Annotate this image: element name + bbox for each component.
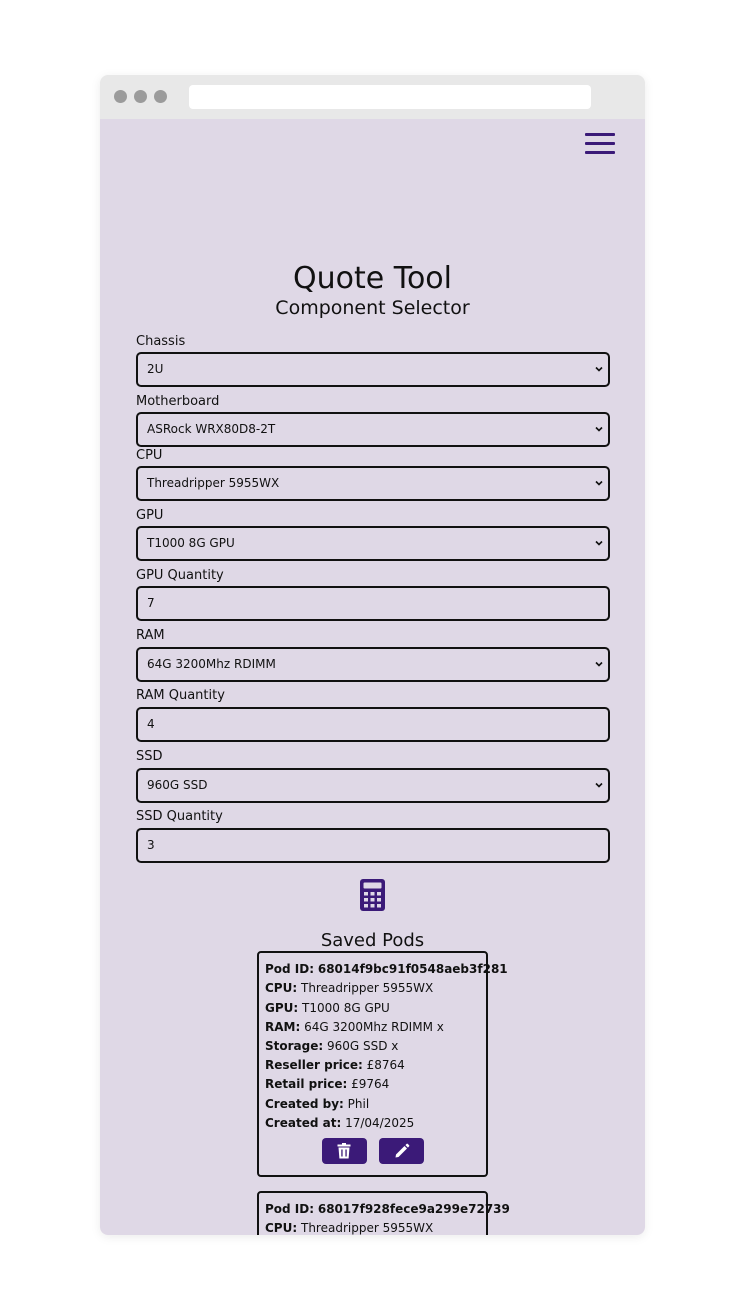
pod-id-line: Pod ID: 68014f9bc91f0548aeb3f281: [265, 962, 508, 976]
chevron-down-icon: [595, 426, 603, 432]
gpu-quantity-input[interactable]: 7: [136, 586, 610, 621]
page-title: Quote Tool: [292, 261, 452, 296]
delete-pod-button[interactable]: [322, 1138, 367, 1164]
ssd-label: SSD: [136, 749, 163, 764]
cpu-select[interactable]: Threadripper 5955WX: [136, 466, 610, 501]
chevron-down-icon: [595, 480, 603, 486]
window-control-dot[interactable]: [134, 90, 147, 103]
ssd-value: 960G SSD: [147, 778, 208, 792]
ram-value: 64G 3200Mhz RDIMM: [147, 657, 276, 671]
hamburger-menu-icon[interactable]: [585, 133, 615, 155]
edit-pod-button[interactable]: [379, 1138, 424, 1164]
page-viewport: Quote Tool Component Selector Chassis 2U…: [100, 119, 645, 1235]
ram-select[interactable]: 64G 3200Mhz RDIMM: [136, 647, 610, 682]
ram-quantity-input[interactable]: 4: [136, 707, 610, 742]
browser-toolbar: [100, 75, 645, 119]
window-control-dot[interactable]: [114, 90, 127, 103]
pod-created-at-line: Created at: 17/04/2025: [265, 1116, 415, 1130]
pod-card: Pod ID: 68014f9bc91f0548aeb3f281 CPU: Th…: [257, 951, 508, 1177]
gpu-quantity-label: GPU Quantity: [136, 568, 224, 583]
pod-created-by-line: Created by: Phil: [265, 1097, 370, 1111]
saved-pods-heading: Saved Pods: [320, 930, 425, 951]
pencil-icon: [395, 1143, 410, 1158]
ssd-quantity-input[interactable]: 3: [136, 828, 610, 863]
chassis-value: 2U: [147, 362, 164, 376]
chassis-select[interactable]: 2U: [136, 352, 610, 387]
ram-quantity-label: RAM Quantity: [136, 688, 225, 703]
pod-ram-line: RAM: 64G 3200Mhz RDIMM x: [265, 1020, 444, 1034]
motherboard-label: Motherboard: [136, 394, 220, 409]
pod-gpu-line: GPU: T1000 8G GPU: [265, 1001, 390, 1015]
window-control-dot[interactable]: [154, 90, 167, 103]
chevron-down-icon: [595, 540, 603, 546]
pod-storage-line: Storage: 960G SSD x: [265, 1039, 399, 1053]
chevron-down-icon: [595, 366, 603, 372]
gpu-value: T1000 8G GPU: [147, 536, 235, 550]
ssd-quantity-value: 3: [147, 838, 155, 852]
browser-window: Quote Tool Component Selector Chassis 2U…: [100, 75, 645, 1235]
pod-id-line: Pod ID: 68017f928fece9a299e72739: [265, 1202, 510, 1216]
gpu-label: GPU: [136, 508, 164, 523]
address-bar[interactable]: [189, 85, 591, 109]
calculator-icon[interactable]: [360, 879, 385, 911]
ssd-select[interactable]: 960G SSD: [136, 768, 610, 803]
pod-card: Pod ID: 68017f928fece9a299e72739 CPU: Th…: [257, 1191, 510, 1235]
pod-reseller-price-line: Reseller price: £8764: [265, 1058, 405, 1072]
cpu-value: Threadripper 5955WX: [147, 476, 280, 490]
ram-quantity-value: 4: [147, 717, 155, 731]
motherboard-value: ASRock WRX80D8-2T: [147, 422, 276, 436]
chevron-down-icon: [595, 782, 603, 788]
motherboard-select[interactable]: ASRock WRX80D8-2T: [136, 412, 610, 447]
cpu-label: CPU: [136, 448, 163, 463]
ssd-quantity-label: SSD Quantity: [136, 809, 223, 824]
chevron-down-icon: [595, 661, 603, 667]
pod-cpu-line: CPU: Threadripper 5955WX: [265, 981, 434, 995]
gpu-quantity-value: 7: [147, 596, 155, 610]
pod-retail-price-line: Retail price: £9764: [265, 1077, 390, 1091]
ram-label: RAM: [136, 628, 165, 643]
page-subtitle: Component Selector: [275, 297, 470, 319]
chassis-label: Chassis: [136, 334, 186, 349]
gpu-select[interactable]: T1000 8G GPU: [136, 526, 610, 561]
trash-icon: [337, 1143, 351, 1159]
pod-cpu-line: CPU: Threadripper 5955WX: [265, 1221, 434, 1235]
